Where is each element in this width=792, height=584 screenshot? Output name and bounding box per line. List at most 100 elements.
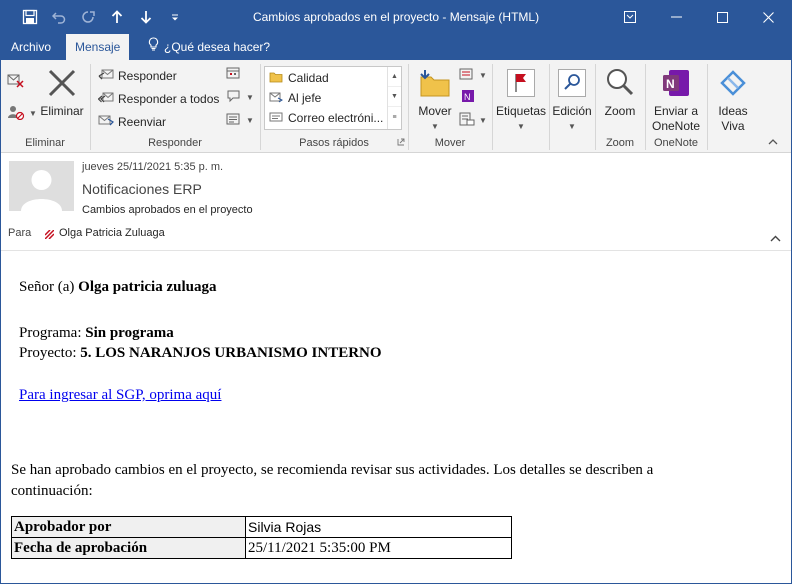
close-icon[interactable] (745, 0, 791, 34)
tab-mensaje[interactable]: Mensaje (66, 34, 130, 60)
collapse-ribbon-icon[interactable] (768, 138, 778, 146)
email-quickstep-icon (269, 111, 283, 126)
project-value: 5. LOS NARANJOS URBANISMO INTERNO (80, 345, 382, 361)
actions-dropdown-icon: ▼ (479, 116, 487, 125)
im-reply-button[interactable]: ▼ (226, 89, 254, 106)
reply-icon (98, 67, 114, 84)
find-icon (555, 66, 589, 100)
more-respond-dropdown-icon: ▼ (246, 116, 254, 125)
tab-archivo[interactable]: Archivo (2, 34, 60, 60)
flag-icon (504, 66, 538, 100)
ribbon-display-options-icon[interactable] (607, 0, 653, 34)
scroll-down-icon[interactable]: ▼ (388, 87, 401, 107)
meeting-icon (226, 66, 242, 83)
to-label: Para (8, 227, 32, 239)
more-respond-icon (226, 112, 242, 129)
title-bar: Cambios aprobados en el proyecto - Mensa… (0, 0, 792, 34)
delete-x-icon (45, 66, 79, 100)
group-label-eliminar: Eliminar (25, 137, 65, 149)
quick-steps-launcher-icon[interactable] (397, 138, 405, 146)
greeting-name: Olga patricia zuluaga (78, 279, 217, 295)
folder-quickstep-icon (269, 71, 283, 86)
onenote-label-line1: Enviar a (653, 104, 699, 118)
tell-me-label: ¿Qué desea hacer? (164, 40, 271, 54)
move-button[interactable]: Mover ▼ (414, 66, 456, 134)
quick-step-al-jefe[interactable]: Al jefe (269, 89, 385, 107)
delete-label: Eliminar (40, 104, 84, 118)
quick-step-correo[interactable]: Correo electróni... (269, 109, 385, 127)
group-label-mover: Mover (434, 137, 466, 149)
rules-icon (459, 67, 475, 84)
quick-step-calidad[interactable]: Calidad (269, 69, 385, 87)
actions-icon (459, 112, 475, 129)
customize-qat-icon[interactable] (161, 0, 189, 34)
group-separator (492, 64, 493, 150)
viva-insights-button[interactable]: Ideas Viva (710, 66, 756, 134)
ribbon: ▼ Eliminar Eliminar Responder Responder … (0, 60, 792, 153)
reply-all-label: Responder a todos (118, 91, 220, 106)
maximize-icon[interactable] (699, 0, 745, 34)
zoom-button[interactable]: Zoom (598, 66, 642, 119)
undo-icon[interactable] (45, 0, 73, 34)
group-label-pasos-rapidos: Pasos rápidos (299, 137, 369, 149)
sent-date: jueves 25/11/2021 5:35 p. m. (82, 161, 224, 173)
sgp-login-link[interactable]: Para ingresar al SGP, oprima aquí (19, 387, 221, 404)
onenote-move-button[interactable]: N (459, 89, 475, 106)
up-arrow-icon[interactable] (103, 0, 131, 34)
approval-details-table: Aprobador por Silvia Rojas Fecha de apro… (11, 516, 512, 559)
viva-label-line1: Ideas (718, 104, 748, 118)
quick-steps-scrollbar[interactable]: ▲ ▼ ≡ (387, 67, 401, 129)
more-reply-button[interactable]: ▼ (226, 112, 254, 129)
down-arrow-icon[interactable] (132, 0, 160, 34)
recipient-name[interactable]: Olga Patricia Zuluaga (59, 227, 165, 239)
quick-steps-gallery: Calidad Al jefe Correo electróni... ▲ ▼ … (264, 66, 402, 130)
reply-button[interactable]: Responder (98, 67, 177, 84)
quick-step-label: Calidad (288, 71, 329, 85)
greeting-prefix: Señor (a) (19, 279, 79, 295)
group-label-zoom: Zoom (605, 137, 635, 149)
meeting-reply-button[interactable] (226, 66, 242, 83)
editing-button[interactable]: Edición ▼ (550, 66, 594, 134)
redo-icon[interactable] (74, 0, 102, 34)
message-subject: Cambios aprobados en el proyecto (82, 204, 253, 216)
quick-step-label: Al jefe (288, 91, 322, 105)
table-key-cell: Fecha de aprobación (11, 537, 246, 559)
project-line: Proyecto: 5. LOS NARANJOS URBANISMO INTE… (19, 345, 382, 362)
expand-gallery-icon[interactable]: ≡ (388, 107, 401, 127)
program-value: Sin programa (85, 325, 174, 341)
avatar (9, 161, 74, 211)
table-value-cell: Silvia Rojas (245, 516, 512, 538)
send-to-onenote-button[interactable]: N Enviar a OneNote (647, 66, 705, 134)
forward-mail-quickstep-icon (269, 91, 283, 106)
program-label: Programa: (19, 325, 86, 341)
forward-button[interactable]: Reenviar (98, 113, 166, 130)
im-icon (226, 89, 242, 106)
ignore-icon (7, 72, 25, 91)
tags-button[interactable]: Etiquetas ▼ (494, 66, 548, 134)
sender-name[interactable]: Notificaciones ERP (82, 181, 202, 197)
minimize-icon[interactable] (653, 0, 699, 34)
actions-button[interactable]: ▼ (459, 112, 487, 129)
group-label-onenote: OneNote (653, 137, 699, 149)
project-label: Proyecto: (19, 345, 81, 361)
forward-label: Reenviar (118, 114, 167, 129)
save-icon[interactable] (16, 0, 44, 34)
table-key-cell: Aprobador por (11, 516, 246, 538)
rules-button[interactable]: ▼ (459, 67, 487, 84)
move-dropdown-icon: ▼ (431, 122, 439, 131)
collapse-header-icon[interactable] (768, 231, 782, 245)
move-label: Mover (418, 104, 452, 118)
delete-button[interactable]: Eliminar (39, 66, 85, 119)
junk-button[interactable]: ▼ (7, 104, 37, 123)
reply-all-button[interactable]: Responder a todos (97, 90, 220, 107)
table-row: Aprobador por Silvia Rojas (11, 516, 512, 538)
tags-label: Etiquetas (495, 104, 547, 118)
viva-insights-icon (716, 66, 750, 100)
greeting: Señor (a) Olga patricia zuluaga (19, 279, 217, 296)
scroll-up-icon[interactable]: ▲ (388, 67, 401, 87)
table-row: Fecha de aprobación 25/11/2021 5:35:00 P… (11, 537, 512, 559)
tell-me-search[interactable]: ¿Qué desea hacer? (148, 34, 270, 60)
ignore-button[interactable] (7, 72, 25, 91)
presence-unknown-icon (44, 228, 55, 240)
im-dropdown-icon: ▼ (246, 93, 254, 102)
